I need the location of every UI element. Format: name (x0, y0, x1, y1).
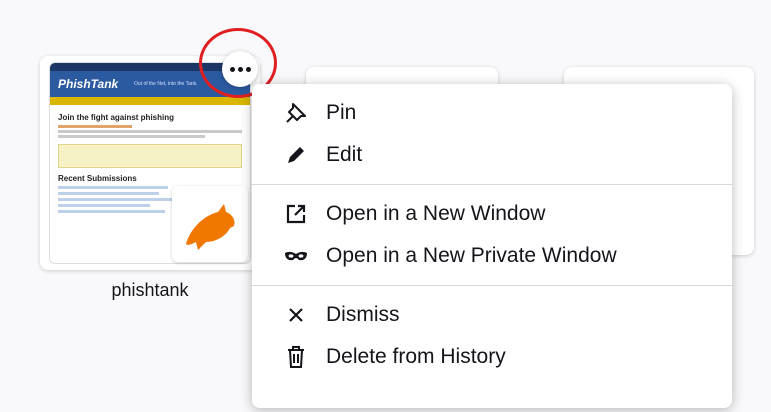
menu-separator (252, 184, 732, 185)
menu-item-label: Open in a New Window (326, 202, 546, 225)
site-favicon-badge (172, 186, 248, 262)
menu-item-pin[interactable]: Pin (252, 92, 732, 134)
menu-item-open-new-window[interactable]: Open in a New Window (252, 193, 732, 235)
tile-label: phishtank (111, 280, 189, 300)
more-options-icon (229, 66, 251, 72)
private-mask-icon (282, 244, 310, 268)
menu-item-label: Delete from History (326, 345, 506, 368)
menu-item-open-private-window[interactable]: Open in a New Private Window (252, 235, 732, 277)
menu-item-delete-history[interactable]: Delete from History (252, 336, 732, 378)
thumbnail-logo: PhishTank (58, 77, 119, 91)
thumbnail-tagline: Out of the Net, into the Tank. (134, 81, 198, 87)
pin-icon (282, 101, 310, 125)
menu-item-dismiss[interactable]: Dismiss (252, 294, 732, 336)
tile-options-button[interactable] (222, 51, 258, 87)
thumbnail-recent-heading: Recent Submissions (58, 174, 137, 183)
menu-separator (252, 285, 732, 286)
menu-item-label: Open in a New Private Window (326, 244, 617, 267)
close-x-icon (282, 303, 310, 327)
thumbnail-heading: Join the fight against phishing (58, 113, 174, 122)
fish-icon (186, 204, 235, 250)
menu-item-label: Pin (326, 101, 357, 124)
pencil-icon (282, 143, 310, 167)
menu-item-label: Dismiss (326, 303, 400, 326)
menu-item-label: Edit (326, 143, 363, 166)
trash-icon (282, 345, 310, 369)
open-new-window-icon (282, 202, 310, 226)
tile-context-menu: Pin Edit Open in a New Window Open in a … (252, 84, 732, 408)
menu-item-edit[interactable]: Edit (252, 134, 732, 176)
